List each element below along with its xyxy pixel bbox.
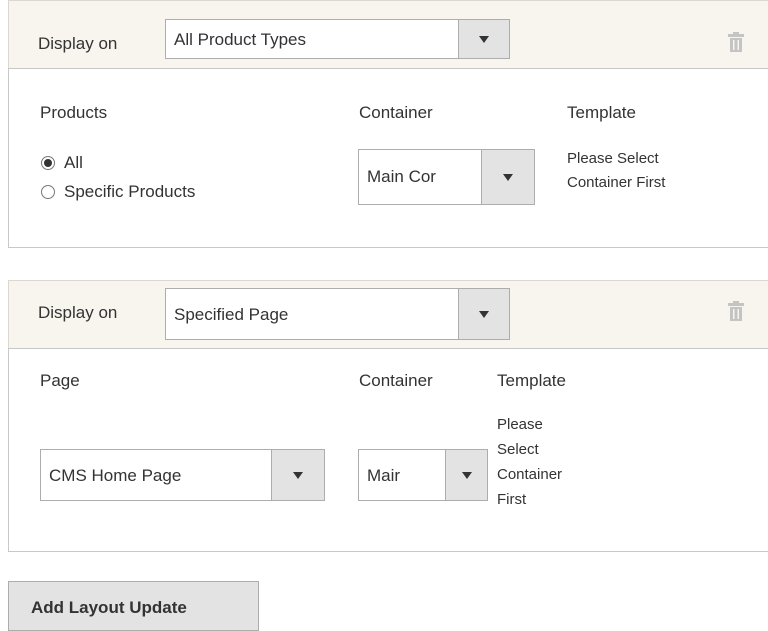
- container-toggle[interactable]: [445, 450, 487, 500]
- trash-icon[interactable]: [728, 32, 744, 52]
- page-toggle[interactable]: [271, 450, 324, 500]
- radio-all[interactable]: All: [41, 153, 83, 173]
- container-label: Container: [359, 371, 433, 390]
- trash-icon[interactable]: [728, 301, 744, 321]
- page-label: Page: [40, 371, 80, 390]
- container-toggle[interactable]: [481, 150, 534, 204]
- container-value: Mair: [367, 466, 401, 485]
- page-select[interactable]: CMS Home Page: [40, 449, 325, 501]
- container-value: Main Cor: [367, 167, 436, 186]
- chevron-down-icon: [461, 472, 472, 479]
- layout-update-body: Products All Specific Products Container…: [8, 68, 768, 248]
- chevron-down-icon: [479, 36, 489, 43]
- radio-specific-label: Specific Products: [64, 182, 196, 201]
- template-hint-line4: First: [497, 491, 527, 508]
- chevron-down-icon: [479, 311, 489, 318]
- layout-update-header: Display on Specified Page: [8, 280, 768, 348]
- layout-update-body: Page CMS Home Page Container Mair Templa…: [8, 348, 768, 552]
- radio-specific-products[interactable]: Specific Products: [41, 182, 195, 202]
- products-label: Products: [40, 103, 108, 122]
- radio-specific-control[interactable]: [41, 185, 55, 199]
- container-select[interactable]: Mair: [358, 449, 488, 501]
- display-on-select[interactable]: All Product Types: [165, 19, 510, 59]
- template-label: Template: [567, 103, 636, 122]
- layout-update-header: Display on All Product Types: [8, 0, 768, 68]
- display-on-label: Display on: [38, 303, 118, 322]
- template-hint-line1: Please: [497, 416, 543, 433]
- display-on-value: All Product Types: [174, 30, 306, 49]
- template-hint-line3: Container: [497, 466, 563, 483]
- layout-update-2: Display on Specified Page Page CMS Home …: [8, 280, 768, 552]
- display-on-label: Display on: [38, 34, 118, 53]
- template-label: Template: [497, 371, 566, 390]
- radio-all-control[interactable]: [41, 156, 55, 170]
- add-layout-update-button[interactable]: Add Layout Update: [8, 581, 259, 631]
- display-on-select[interactable]: Specified Page: [165, 288, 510, 340]
- display-on-toggle[interactable]: [458, 289, 509, 339]
- chevron-down-icon: [503, 174, 513, 181]
- layout-update-1: Display on All Product Types Products Al…: [8, 0, 768, 250]
- add-layout-update-label: Add Layout Update: [31, 598, 187, 617]
- template-hint-line2: Container First: [567, 174, 666, 191]
- radio-all-label: All: [64, 153, 83, 172]
- template-hint-line1: Please Select: [567, 150, 659, 167]
- display-on-toggle[interactable]: [458, 20, 509, 58]
- container-select[interactable]: Main Cor: [358, 149, 535, 205]
- chevron-down-icon: [293, 472, 303, 479]
- template-hint-line2: Select: [497, 441, 539, 458]
- page-value: CMS Home Page: [49, 466, 182, 485]
- display-on-value: Specified Page: [174, 305, 289, 324]
- container-label: Container: [359, 103, 433, 122]
